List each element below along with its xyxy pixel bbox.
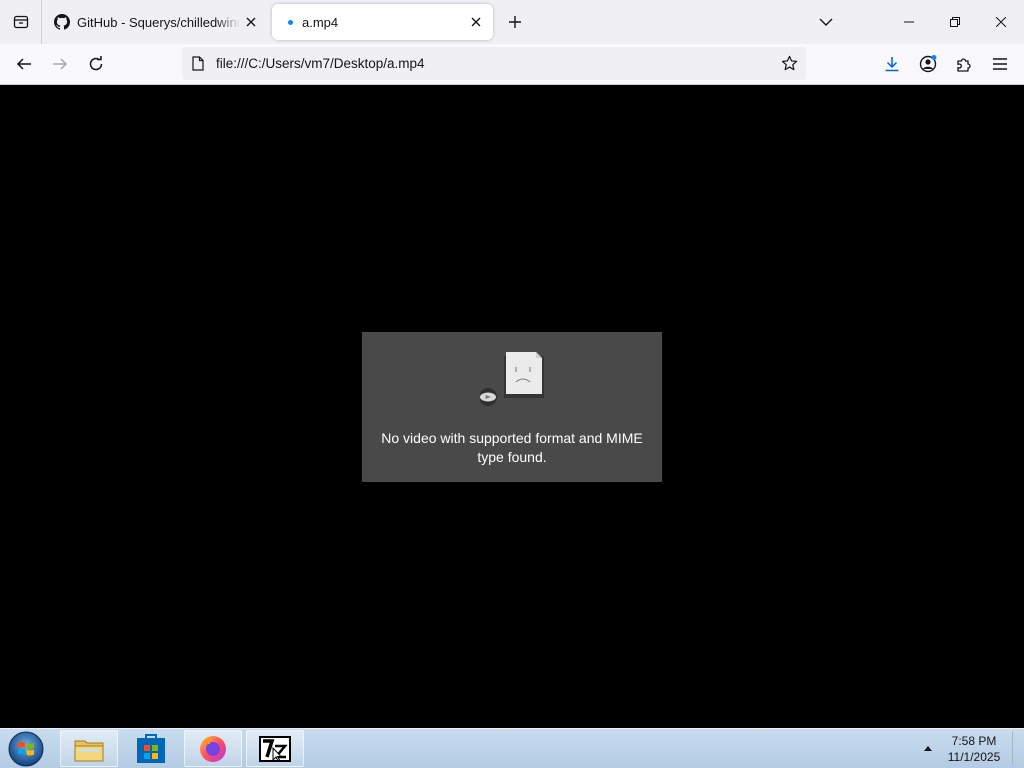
reload-icon [89, 56, 103, 71]
microsoft-store-icon [137, 733, 165, 763]
back-button[interactable] [8, 48, 40, 80]
taskbar-7zip[interactable] [246, 730, 304, 767]
firefox-view-button[interactable] [0, 0, 42, 44]
menu-button[interactable] [984, 48, 1016, 80]
reload-button[interactable] [80, 48, 112, 80]
tab-title: a.mp4 [302, 14, 339, 30]
7zip-icon [259, 735, 291, 762]
address-bar[interactable]: file:///C:/Users/vm7/Desktop/a.mp4 [182, 47, 806, 80]
restore-icon [950, 17, 960, 27]
account-icon [919, 55, 937, 73]
clock-time: 7:58 PM [951, 734, 997, 748]
broken-file-icon [480, 352, 544, 406]
puzzle-piece-icon [957, 58, 971, 72]
new-tab-button[interactable] [500, 0, 530, 44]
navigation-toolbar: file:///C:/Users/vm7/Desktop/a.mp4 [0, 44, 1024, 85]
tab-loading-dot-icon [288, 19, 293, 25]
github-icon [54, 14, 70, 30]
file-explorer-icon [74, 740, 104, 761]
show-desktop-button[interactable] [1012, 731, 1023, 765]
firefox-view-icon [13, 15, 28, 29]
tab-title: GitHub - Squerys/chilledwindows [77, 14, 240, 30]
close-tab-icon[interactable] [465, 11, 487, 33]
plus-icon [509, 16, 521, 28]
back-arrow-icon [16, 58, 31, 70]
downloads-button[interactable] [876, 48, 908, 80]
show-hidden-icons-button[interactable] [920, 739, 936, 757]
taskbar: 7:58 PM 11/1/2025 [0, 728, 1024, 768]
minimize-icon [904, 21, 914, 23]
tab-github[interactable]: GitHub - Squerys/chilledwindows [46, 4, 268, 40]
video-error-panel: No video with supported format and MIME … [362, 332, 662, 482]
forward-button[interactable] [44, 48, 76, 80]
close-icon [996, 17, 1006, 27]
chevron-down-icon [819, 18, 833, 26]
taskbar-microsoft-store[interactable] [122, 730, 180, 767]
url-text[interactable]: file:///C:/Users/vm7/Desktop/a.mp4 [216, 56, 774, 71]
clock-date: 11/1/2025 [947, 750, 1001, 764]
account-button[interactable] [912, 48, 944, 80]
download-icon [885, 57, 899, 72]
video-viewer: No video with supported format and MIME … [0, 85, 1024, 728]
forward-arrow-icon [53, 58, 68, 70]
hamburger-menu-icon [993, 58, 1007, 70]
start-button[interactable] [4, 730, 48, 768]
system-clock[interactable]: 7:58 PM 11/1/2025 [938, 733, 1010, 765]
tab-strip: GitHub - Squerys/chilledwindows a.mp4 [0, 0, 1024, 44]
restore-button[interactable] [932, 0, 978, 44]
tab-a-mp4[interactable]: a.mp4 [272, 4, 493, 40]
taskbar-firefox[interactable] [184, 730, 242, 767]
minimize-button[interactable] [886, 0, 932, 44]
close-window-button[interactable] [978, 0, 1024, 44]
list-all-tabs-button[interactable] [810, 0, 842, 44]
firefox-icon [200, 735, 226, 762]
error-message: No video with supported format and MIME … [381, 430, 643, 465]
extensions-button[interactable] [948, 48, 980, 80]
windows-start-icon [8, 731, 44, 767]
close-tab-icon[interactable] [240, 11, 262, 33]
bookmark-star-icon[interactable] [774, 49, 804, 79]
page-icon [190, 56, 206, 72]
taskbar-file-explorer[interactable] [60, 730, 118, 767]
chevron-up-icon [924, 745, 932, 751]
